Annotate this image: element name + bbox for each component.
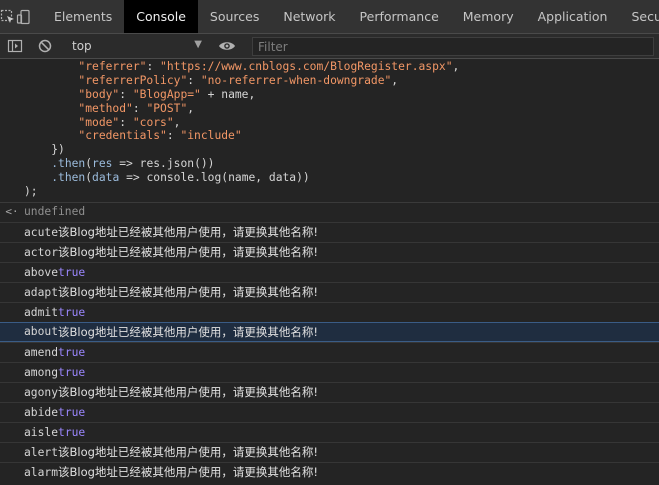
console-log-row[interactable]: above true: [0, 261, 659, 282]
string-token: "https://www.cnblogs.com/BlogRegister.as…: [160, 60, 453, 73]
clear-console-icon[interactable]: [37, 38, 53, 57]
filter-input[interactable]: [252, 37, 654, 56]
log-message: 该Blog地址已经被其他用户使用，请更换其他名称!: [58, 385, 319, 400]
console-log-row[interactable]: amend true: [0, 341, 659, 362]
console-log-row[interactable]: agony 该Blog地址已经被其他用户使用，请更换其他名称!: [0, 381, 659, 402]
tab-console[interactable]: Console: [124, 0, 198, 33]
log-boolean: true: [58, 345, 86, 359]
console-log-row[interactable]: among true: [0, 361, 659, 382]
log-list: acute 该Blog地址已经被其他用户使用，请更换其他名称! actor 该Bl…: [0, 221, 659, 482]
console-log-row[interactable]: alert 该Blog地址已经被其他用户使用，请更换其他名称!: [0, 441, 659, 462]
string-token: "referrerPolicy": [78, 73, 188, 87]
code-token: + name,: [200, 87, 256, 101]
code-block: "referrer": "https://www.cnblogs.com/Blo…: [0, 60, 659, 199]
code-line: );: [24, 185, 38, 199]
sidebar-toggle-icon[interactable]: [7, 38, 23, 57]
code-line: "mode": "cors",: [78, 115, 181, 129]
param-token: data: [92, 171, 120, 185]
log-message: 该Blog地址已经被其他用户使用，请更换其他名称!: [58, 324, 319, 339]
log-word: admit: [24, 305, 59, 319]
console-log-row[interactable]: about 该Blog地址已经被其他用户使用，请更换其他名称!: [0, 321, 659, 342]
tab-performance[interactable]: Performance: [348, 0, 451, 33]
console-log-row[interactable]: actor 该Blog地址已经被其他用户使用，请更换其他名称!: [0, 241, 659, 262]
function-token: .then: [51, 157, 86, 171]
log-message: 该Blog地址已经被其他用户使用，请更换其他名称!: [58, 445, 319, 460]
console-log-row[interactable]: alarm 该Blog地址已经被其他用户使用，请更换其他名称!: [0, 461, 659, 482]
log-boolean: true: [58, 305, 86, 319]
code-line: "body": "BlogApp=" + name,: [78, 87, 256, 101]
log-word: aisle: [24, 425, 59, 439]
console-log-row[interactable]: aisle true: [0, 421, 659, 442]
log-word: alert: [24, 445, 59, 459]
console-toolbar: top ▼: [0, 34, 659, 59]
code-line: }): [24, 143, 65, 157]
log-boolean: true: [58, 405, 86, 419]
function-token: .then: [51, 171, 86, 185]
tab-memory[interactable]: Memory: [451, 0, 526, 33]
code-token: => console.log(name, data)): [119, 171, 310, 185]
string-token: "POST": [146, 101, 188, 115]
console-result-row: <· undefined: [0, 201, 659, 222]
console-log-row[interactable]: admit true: [0, 301, 659, 322]
string-token: "referrer": [78, 60, 147, 73]
log-message: 该Blog地址已经被其他用户使用，请更换其他名称!: [58, 465, 319, 480]
code-line: .then(res => res.json()): [24, 157, 659, 171]
context-selector[interactable]: top ▼: [66, 36, 206, 56]
log-word: alarm: [24, 465, 59, 479]
log-message: 该Blog地址已经被其他用户使用，请更换其他名称!: [58, 245, 319, 260]
string-token: "mode": [78, 115, 120, 129]
tab-application[interactable]: Application: [526, 0, 620, 33]
param-token: res: [92, 157, 113, 171]
log-message: 该Blog地址已经被其他用户使用，请更换其他名称!: [58, 225, 319, 240]
code-line: .then(data => console.log(name, data)): [24, 171, 659, 185]
string-token: "method": [78, 101, 133, 115]
string-token: "include": [180, 129, 242, 143]
console-log-row[interactable]: adapt 该Blog地址已经被其他用户使用，请更换其他名称!: [0, 281, 659, 302]
code-line: "referrer": "https://www.cnblogs.com/Blo…: [78, 60, 460, 73]
code-line: "credentials": "include": [78, 129, 242, 143]
log-boolean: true: [58, 265, 86, 279]
chevron-down-icon: ▼: [194, 39, 202, 50]
log-word: amend: [24, 345, 59, 359]
device-toolbar-icon[interactable]: [16, 0, 32, 33]
console-log-row[interactable]: abide true: [0, 401, 659, 422]
string-token: "credentials": [78, 129, 167, 143]
tab-network[interactable]: Network: [271, 0, 347, 33]
console-log-row[interactable]: acute 该Blog地址已经被其他用户使用，请更换其他名称!: [0, 221, 659, 242]
tab-sources[interactable]: Sources: [198, 0, 271, 33]
console-output: "referrer": "https://www.cnblogs.com/Blo…: [0, 60, 659, 485]
tab-elements[interactable]: Elements: [42, 0, 124, 33]
log-word: among: [24, 365, 59, 379]
code-line: "method": "POST",: [78, 101, 195, 115]
code-line: "referrerPolicy": "no-referrer-when-down…: [78, 73, 399, 87]
log-word: about: [24, 325, 59, 339]
log-message: 该Blog地址已经被其他用户使用，请更换其他名称!: [58, 285, 319, 300]
result-value: undefined: [24, 205, 86, 219]
log-word: acute: [24, 225, 59, 239]
log-word: adapt: [24, 285, 59, 299]
log-word: actor: [24, 245, 59, 259]
log-boolean: true: [58, 425, 86, 439]
tab-security[interactable]: Security: [619, 0, 659, 33]
log-word: abide: [24, 405, 59, 419]
panel-tabs: Elements Console Sources Network Perform…: [42, 0, 659, 33]
string-token: "cors": [132, 115, 174, 129]
return-arrow-icon: <·: [5, 205, 19, 219]
inspect-element-icon[interactable]: [0, 0, 16, 33]
devtools-tab-bar: Elements Console Sources Network Perform…: [0, 0, 659, 34]
string-token: "body": [78, 87, 120, 101]
context-selector-value: top: [72, 39, 92, 53]
log-word: above: [24, 265, 59, 279]
live-expression-eye-icon[interactable]: [218, 38, 236, 57]
string-token: "no-referrer-when-downgrade": [200, 73, 392, 87]
log-word: agony: [24, 385, 59, 399]
string-token: "BlogApp=": [132, 87, 201, 101]
code-token: => res.json()): [112, 157, 215, 171]
log-boolean: true: [58, 365, 86, 379]
